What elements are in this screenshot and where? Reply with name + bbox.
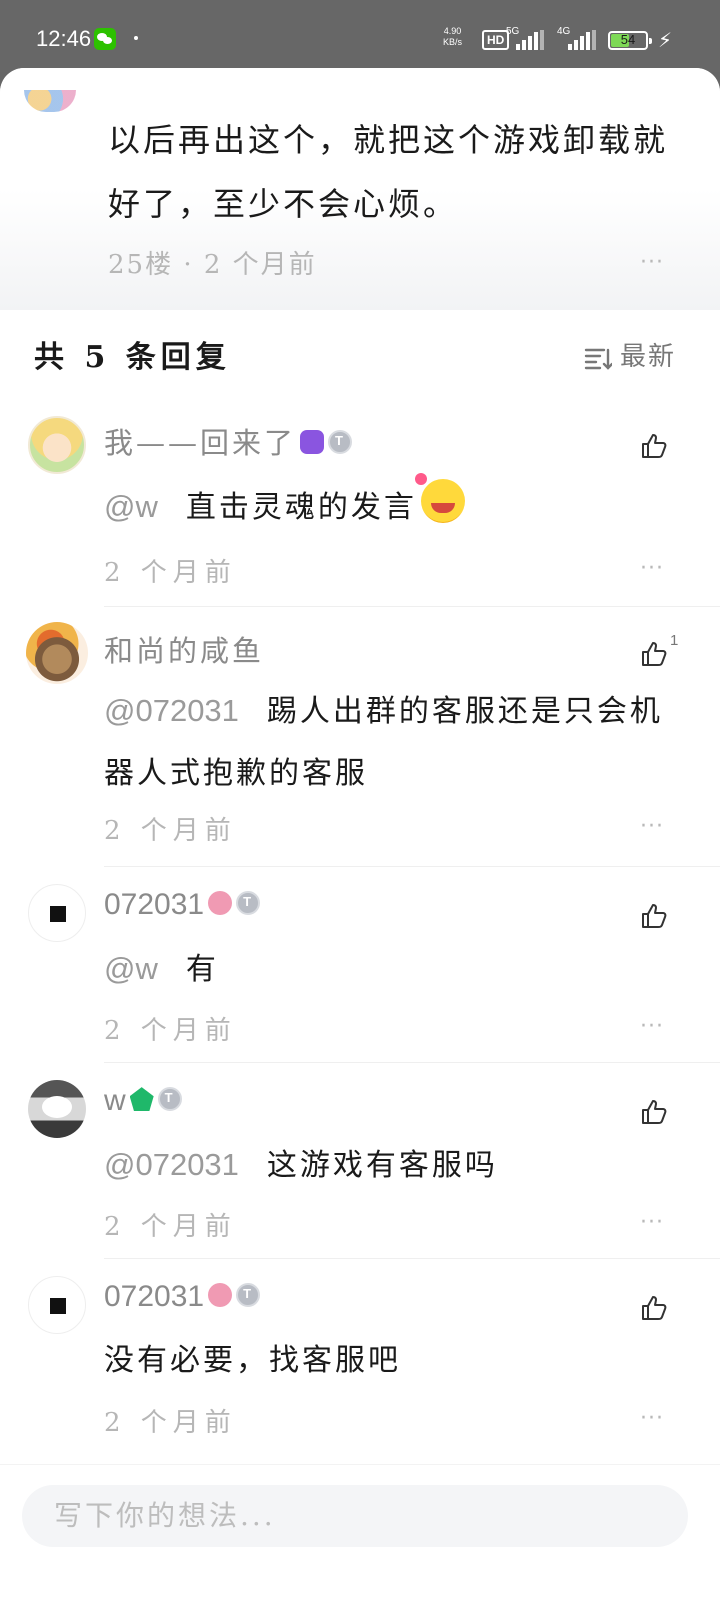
game-badge-icon	[300, 430, 325, 454]
more-button[interactable]: ···	[640, 1014, 664, 1039]
username-text: 072031	[104, 888, 205, 921]
parent-more-button[interactable]: ···	[640, 250, 664, 275]
avatar[interactable]	[28, 1276, 86, 1334]
comment-input-bar: 写下你的想法...	[0, 1464, 720, 1600]
reply-time: 2 个月前	[104, 1016, 237, 1046]
charging-icon: ⚡	[658, 28, 673, 52]
smiling-face-emoji-icon	[414, 473, 465, 523]
more-button[interactable]: ···	[640, 556, 664, 581]
reply-time: 2 个月前	[104, 558, 237, 588]
notification-dot-icon	[134, 36, 138, 40]
parent-comment: 以后再出这个，就把这个游戏卸载就好了，至少不会心烦。 25楼 · 2 个月前 ·…	[0, 68, 720, 310]
mention-link[interactable]: @072031	[104, 1147, 239, 1182]
reply-content: @w 直击灵魂的发言	[104, 473, 684, 539]
like-icon[interactable]	[640, 432, 668, 460]
username[interactable]: w	[104, 1084, 182, 1118]
pink-badge-icon	[208, 891, 233, 916]
like-icon[interactable]	[640, 640, 668, 668]
avatar[interactable]	[28, 1080, 86, 1138]
reply-text: 有	[185, 952, 219, 987]
like-icon[interactable]	[640, 902, 668, 930]
mention-link[interactable]: @w	[104, 489, 158, 524]
reply-content: 没有必要，找客服吧	[104, 1330, 684, 1392]
level-badge-icon	[236, 891, 261, 916]
username[interactable]: 我——回来了	[104, 420, 353, 462]
battery-percent: 54	[620, 32, 636, 47]
sort-button[interactable]: 最新	[584, 336, 676, 373]
username-text: 072031	[104, 1280, 205, 1313]
like-count: 1	[670, 632, 679, 649]
wechat-icon	[94, 28, 116, 50]
replies-sheet: 以后再出这个，就把这个游戏卸载就好了，至少不会心烦。 25楼 · 2 个月前 ·…	[0, 68, 720, 1600]
username[interactable]: 072031	[104, 1280, 261, 1314]
reply-content: @072031 这游戏有客服吗	[104, 1134, 684, 1197]
sort-label: 最新	[619, 342, 676, 372]
reply-time: 2 个月前	[104, 1408, 237, 1438]
divider	[104, 866, 720, 867]
signal-4g-icon	[568, 30, 598, 50]
reply-content: @w 有	[104, 938, 684, 1001]
username[interactable]: 072031	[104, 888, 261, 922]
mention-link[interactable]: @072031	[104, 693, 239, 728]
network-speed-value: 4.90	[443, 26, 462, 36]
status-time: 12:46	[36, 26, 92, 51]
avatar[interactable]	[26, 622, 88, 684]
more-button[interactable]: ···	[640, 1210, 664, 1235]
username-text: 和尚的咸鱼	[104, 634, 265, 668]
parent-comment-meta: 25楼 · 2 个月前	[108, 250, 317, 280]
divider	[104, 606, 720, 607]
level-badge-icon	[328, 430, 353, 454]
pink-badge-icon	[208, 1283, 233, 1308]
battery-icon: 54	[608, 31, 652, 50]
comment-input[interactable]: 写下你的想法...	[22, 1485, 688, 1547]
status-bar: 12:46 4.90 KB/s HD 5G 4G 54 ⚡	[0, 0, 720, 72]
like-icon[interactable]	[640, 1294, 668, 1322]
divider	[104, 1258, 720, 1259]
more-button[interactable]: ···	[640, 1406, 664, 1431]
avatar[interactable]	[28, 884, 86, 942]
network-speed-unit: KB/s	[443, 37, 463, 47]
level-badge-icon	[236, 1283, 261, 1308]
more-button[interactable]: ···	[640, 814, 664, 839]
reply-text: 没有必要，找客服吧	[104, 1343, 401, 1378]
reply-text: 直击灵魂的发言	[185, 490, 417, 525]
network-speed: 4.90 KB/s	[443, 26, 462, 48]
mention-link[interactable]: @w	[104, 951, 158, 986]
reply-content: @072031 踢人出群的客服还是只会机器人式抱歉的客服	[104, 680, 684, 805]
signal-5g-icon	[516, 30, 546, 50]
divider	[104, 1062, 720, 1063]
reply-text: 这游戏有客服吗	[266, 1148, 498, 1183]
reply-time: 2 个月前	[104, 816, 237, 846]
parent-comment-text: 以后再出这个，就把这个游戏卸载就好了，至少不会心烦。	[108, 121, 669, 223]
like-icon[interactable]	[640, 1098, 668, 1126]
username-text: w	[104, 1084, 126, 1117]
parent-avatar[interactable]	[24, 90, 76, 112]
avatar[interactable]	[28, 416, 86, 474]
replies-count-title: 共 5 条回复	[34, 340, 231, 375]
sort-icon	[584, 348, 612, 370]
username-text: 我——回来了	[104, 426, 297, 460]
green-badge-icon	[129, 1087, 154, 1112]
username[interactable]: 和尚的咸鱼	[104, 628, 264, 670]
reply-time: 2 个月前	[104, 1212, 237, 1242]
level-badge-icon	[157, 1087, 182, 1112]
